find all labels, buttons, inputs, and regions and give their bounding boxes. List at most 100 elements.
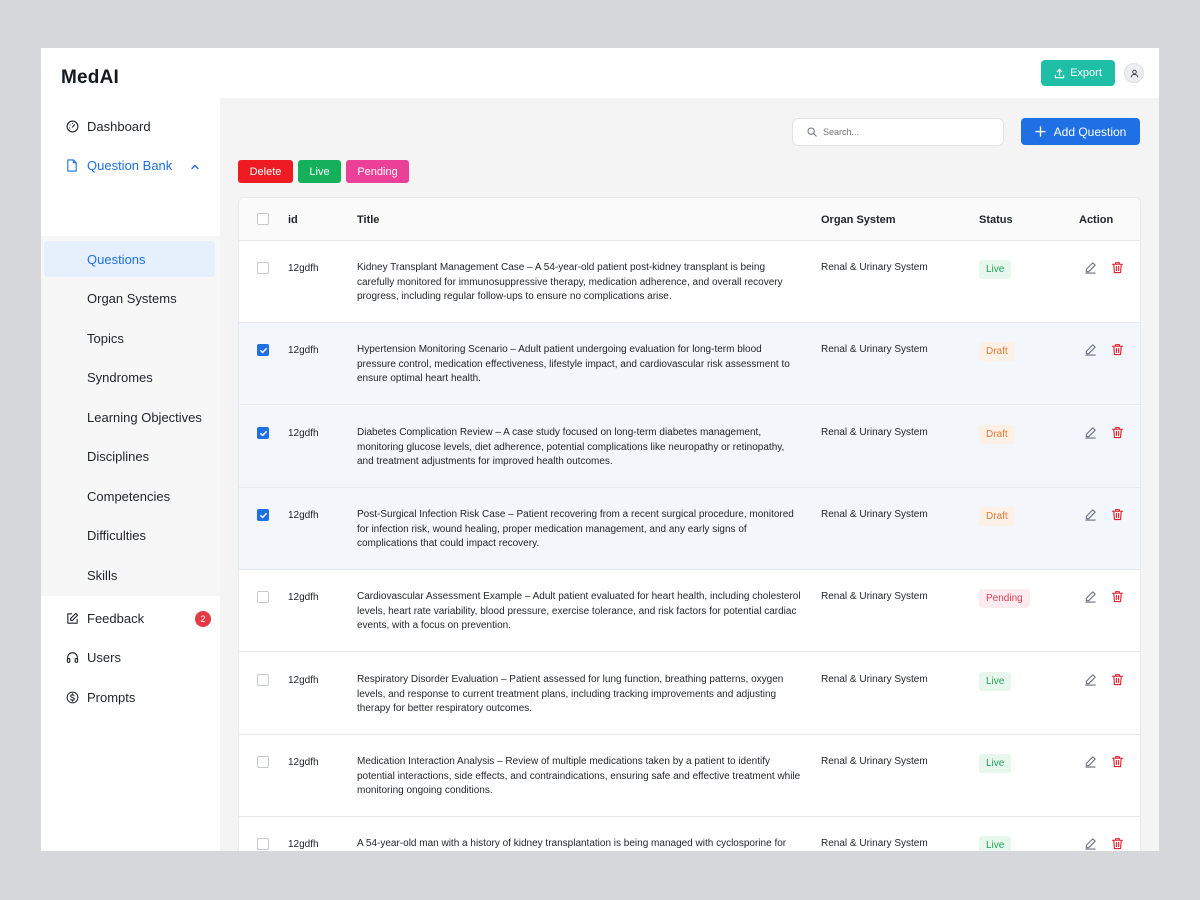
user-icon: [1130, 69, 1138, 77]
submenu-item-label: Organ Systems: [87, 290, 177, 306]
column-header-title: Title: [357, 214, 380, 226]
edit-icon[interactable]: [1084, 837, 1097, 851]
submenu-item-label: Competencies: [87, 488, 171, 504]
submenu-item-syndromes[interactable]: Syndromes: [44, 359, 215, 395]
row-checkbox[interactable]: [257, 344, 269, 356]
table-row[interactable]: 12gdfh Cardiovascular Assessment Example …: [239, 570, 1140, 652]
cell-organ-system: Renal & Urinary System: [821, 838, 928, 849]
cell-title: Cardiovascular Assessment Example – Adul…: [357, 591, 801, 632]
table-row[interactable]: 12gdfh Kidney Transplant Management Case …: [239, 241, 1140, 323]
cell-organ-system: Renal & Urinary System: [821, 344, 928, 355]
cell-organ-system: Renal & Urinary System: [821, 427, 928, 438]
submenu-item-disciplines[interactable]: Disciplines: [44, 438, 215, 474]
trash-icon[interactable]: [1111, 343, 1124, 359]
sidebar-item-question-bank[interactable]: Question Bank: [41, 147, 220, 183]
cell-id: 12gdfh: [288, 510, 319, 521]
status-badge: Live: [979, 672, 1012, 691]
cell-organ-system: Renal & Urinary System: [821, 262, 928, 273]
cell-id: 12gdfh: [288, 345, 319, 356]
table-header: id Title Organ System Status Action: [239, 198, 1140, 241]
table-row[interactable]: 12gdfh Diabetes Complication Review – A c…: [239, 406, 1140, 488]
submenu-item-topics[interactable]: Topics: [44, 320, 215, 356]
row-checkbox[interactable]: [257, 509, 269, 521]
table-row[interactable]: 12gdfh Respiratory Disorder Evaluation – …: [239, 653, 1140, 735]
sidebar-item-prompts[interactable]: Prompts: [41, 679, 220, 715]
check-icon: [259, 430, 267, 436]
document-icon: [65, 158, 79, 172]
sidebar-item-dashboard[interactable]: Dashboard: [41, 108, 220, 144]
export-button[interactable]: Export: [1041, 60, 1115, 86]
row-checkbox[interactable]: [257, 674, 269, 686]
upload-icon: [1054, 68, 1065, 78]
submenu-item-competencies[interactable]: Competencies: [44, 478, 215, 514]
delete-button[interactable]: Delete: [238, 160, 293, 183]
table-row[interactable]: 12gdfh Hypertension Monitoring Scenario –…: [239, 323, 1140, 405]
app-window: MedAI Export Dashboard Question Bank Que…: [41, 48, 1159, 851]
edit-icon[interactable]: [1084, 508, 1097, 524]
edit-icon[interactable]: [1084, 755, 1097, 771]
trash-icon[interactable]: [1111, 261, 1124, 277]
cell-organ-system: Renal & Urinary System: [821, 509, 928, 520]
submenu-item-label: Learning Objectives: [87, 409, 202, 425]
search-box[interactable]: [792, 118, 1004, 146]
set-live-button[interactable]: Live: [298, 160, 341, 183]
headphones-icon: [65, 650, 79, 664]
cell-id: 12gdfh: [288, 757, 319, 768]
edit-icon[interactable]: [1084, 590, 1097, 606]
search-icon: [807, 127, 817, 137]
submenu-item-label: Topics: [87, 330, 124, 346]
submenu-item-learning-objectives[interactable]: Learning Objectives: [44, 399, 215, 435]
submenu-item-organ-systems[interactable]: Organ Systems: [44, 280, 215, 316]
row-checkbox[interactable]: [257, 838, 269, 850]
export-label: Export: [1070, 67, 1102, 79]
edit-icon[interactable]: [1084, 343, 1097, 359]
user-avatar[interactable]: [1124, 63, 1144, 83]
select-all-checkbox[interactable]: [257, 213, 269, 225]
chevron-up-icon[interactable]: [190, 160, 200, 175]
edit-icon[interactable]: [1084, 426, 1097, 442]
cell-title: Hypertension Monitoring Scenario – Adult…: [357, 344, 790, 385]
submenu-item-label: Disciplines: [87, 448, 150, 464]
cell-id: 12gdfh: [288, 839, 319, 850]
cell-title: Medication Interaction Analysis – Review…: [357, 756, 801, 797]
trash-icon[interactable]: [1111, 837, 1124, 851]
edit-icon[interactable]: [1084, 673, 1097, 689]
trash-icon[interactable]: [1111, 426, 1124, 442]
table-row[interactable]: 12gdfh Medication Interaction Analysis – …: [239, 735, 1140, 817]
edit-icon[interactable]: [1084, 261, 1097, 277]
trash-icon[interactable]: [1111, 673, 1124, 689]
cell-organ-system: Renal & Urinary System: [821, 591, 928, 602]
sidebar-item-label: Users: [87, 649, 121, 665]
cell-title: Diabetes Complication Review – A case st…: [357, 427, 785, 468]
cell-title: Respiratory Disorder Evaluation – Patien…: [357, 674, 784, 715]
submenu-item-questions[interactable]: Questions: [44, 241, 215, 277]
search-input[interactable]: [823, 127, 993, 137]
edit-note-icon: [65, 611, 79, 625]
row-checkbox[interactable]: [257, 591, 269, 603]
add-question-button[interactable]: Add Question: [1021, 118, 1140, 145]
cell-title: Post-Surgical Infection Risk Case – Pati…: [357, 509, 794, 550]
set-pending-button[interactable]: Pending: [346, 160, 409, 183]
status-badge: Live: [979, 260, 1012, 279]
table-row[interactable]: 12gdfh A 54-year-old man with a history o…: [239, 817, 1140, 851]
submenu-item-difficulties[interactable]: Difficulties: [44, 517, 215, 553]
check-icon: [259, 512, 267, 518]
submenu-item-skills[interactable]: Skills: [44, 557, 215, 593]
trash-icon[interactable]: [1111, 508, 1124, 524]
check-icon: [259, 347, 267, 353]
plus-icon: [1034, 126, 1046, 137]
status-badge: Live: [979, 836, 1012, 851]
trash-icon[interactable]: [1111, 755, 1124, 771]
sidebar-item-users[interactable]: Users: [41, 639, 220, 675]
trash-icon[interactable]: [1111, 590, 1124, 606]
column-header-organ-system: Organ System: [821, 214, 896, 226]
submenu-item-label: Skills: [87, 567, 118, 583]
column-header-status: Status: [979, 214, 1013, 226]
table-row[interactable]: 12gdfh Post-Surgical Infection Risk Case …: [239, 488, 1140, 570]
sidebar-item-label: Dashboard: [87, 118, 151, 134]
sidebar-item-feedback[interactable]: Feedback 2: [41, 600, 220, 636]
row-checkbox[interactable]: [257, 756, 269, 768]
row-checkbox[interactable]: [257, 427, 269, 439]
row-checkbox[interactable]: [257, 262, 269, 274]
notification-badge: 2: [195, 611, 211, 627]
